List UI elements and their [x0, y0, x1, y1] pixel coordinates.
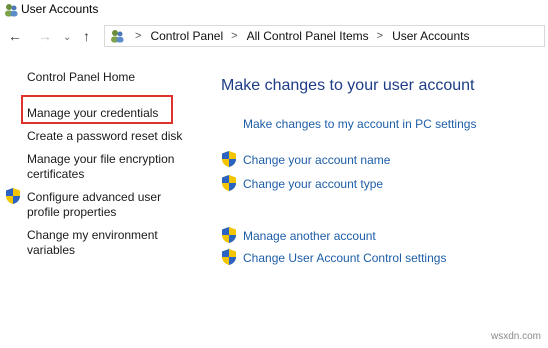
window-title: User Accounts — [21, 2, 99, 16]
uac-shield-icon — [6, 188, 20, 204]
page-title: Make changes to your user account — [221, 77, 475, 94]
pc-settings-link[interactable]: Make changes to my account in PC setting… — [243, 117, 476, 132]
up-arrow-icon[interactable]: ↑ — [83, 28, 90, 44]
breadcrumb-all-control-panel-items[interactable]: All Control Panel Items — [247, 29, 369, 43]
link-line-1[interactable]: Manage your file encryption — [27, 152, 174, 167]
navigation-bar: ← → ⌄ ↑ > Control Panel > All Control Pa… — [0, 24, 548, 50]
create-password-reset-disk-link[interactable]: Create a password reset disk — [27, 129, 182, 144]
change-account-name-link[interactable]: Change your account name — [243, 153, 390, 168]
link-line-2[interactable]: profile properties — [27, 205, 116, 220]
uac-shield-icon — [222, 151, 236, 167]
control-panel-home-link[interactable]: Control Panel Home — [27, 70, 135, 85]
back-arrow-icon[interactable]: ← — [8, 28, 22, 44]
recent-locations-chevron-icon[interactable]: ⌄ — [63, 30, 71, 46]
watermark: wsxdn.com — [491, 331, 542, 342]
link-line-1[interactable]: Change my environment — [27, 228, 158, 243]
breadcrumb-separator: > — [135, 30, 142, 42]
link-line-2[interactable]: variables — [27, 243, 75, 258]
breadcrumb-user-accounts[interactable]: User Accounts — [392, 29, 469, 43]
uac-shield-icon — [222, 249, 236, 265]
forward-arrow-icon[interactable]: → — [38, 28, 52, 44]
link-line-1[interactable]: Configure advanced user — [27, 190, 161, 205]
manage-another-account-link[interactable]: Manage another account — [243, 229, 376, 244]
breadcrumb-separator: > — [376, 30, 384, 42]
breadcrumb-separator: > — [231, 30, 238, 42]
user-accounts-icon — [5, 4, 18, 17]
breadcrumb-control-panel[interactable]: Control Panel — [150, 29, 223, 43]
address-bar[interactable]: > Control Panel > All Control Panel Item… — [104, 25, 545, 47]
manage-credentials-link[interactable]: Manage your credentials — [27, 106, 158, 121]
uac-shield-icon — [222, 175, 236, 191]
change-uac-settings-link[interactable]: Change User Account Control settings — [243, 251, 446, 266]
link-line-2[interactable]: certificates — [27, 167, 84, 182]
uac-shield-icon — [222, 227, 236, 243]
title-bar: User Accounts — [0, 0, 548, 20]
control-panel-icon — [111, 30, 124, 43]
change-account-type-link[interactable]: Change your account type — [243, 177, 383, 192]
